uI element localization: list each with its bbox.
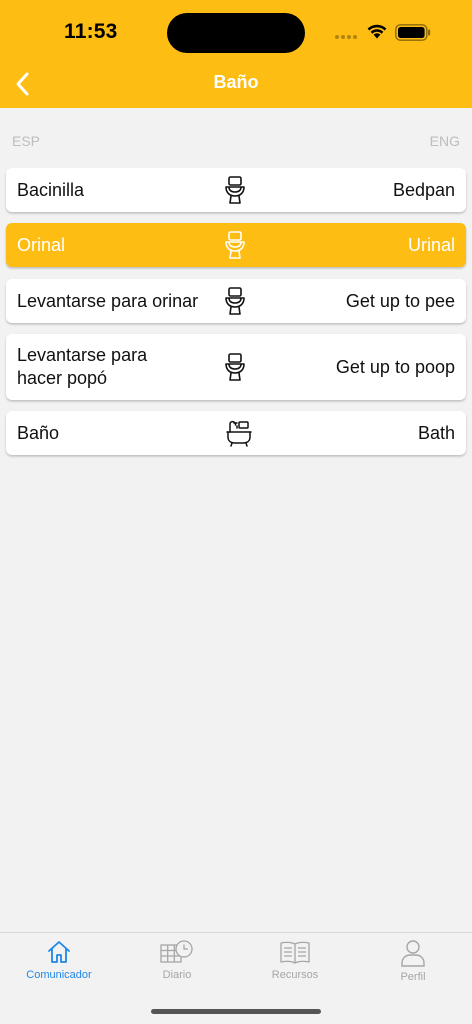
- column-label-esp: ESP: [12, 133, 41, 149]
- battery-icon: [395, 24, 431, 41]
- calendar-clock-icon: [160, 940, 193, 963]
- list-item-bedpan[interactable]: Bacinilla Bedpan: [6, 168, 466, 212]
- header-bar: 11:53 Baño: [0, 0, 472, 108]
- list-item-get-up-to-poop[interactable]: Levantarse para hacer popó Get up to poo…: [6, 334, 466, 400]
- tab-recursos[interactable]: Recursos: [236, 939, 354, 995]
- home-indicator[interactable]: [151, 1009, 321, 1014]
- item-label-eng: Bath: [417, 423, 455, 443]
- tab-label: Recursos: [271, 969, 319, 981]
- cellular-signal-icon: [335, 35, 357, 39]
- toilet-icon: [225, 176, 245, 204]
- dynamic-island: [167, 13, 305, 53]
- bathtub-icon: [226, 420, 252, 447]
- status-time: 11:53: [64, 20, 118, 43]
- item-label-esp: Orinal: [17, 235, 66, 255]
- page-title: Baño: [213, 72, 259, 92]
- list-item-urinal[interactable]: Orinal Urinal: [6, 223, 466, 267]
- item-label-esp: Levantarse para orinar: [17, 291, 199, 311]
- toilet-icon: [225, 231, 245, 259]
- home-icon: [48, 941, 70, 963]
- list-item-get-up-to-pee[interactable]: Levantarse para orinar Get up to pee: [6, 279, 466, 323]
- tab-label: Diario: [162, 969, 192, 981]
- item-label-eng: Get up to poop: [335, 357, 455, 377]
- toilet-icon: [225, 353, 245, 381]
- tab-diario[interactable]: Diario: [118, 939, 236, 995]
- tab-label: Comunicador: [26, 969, 92, 981]
- toilet-icon: [225, 287, 245, 315]
- item-label-eng: Bedpan: [392, 180, 455, 200]
- item-label-esp: Baño: [17, 423, 60, 443]
- tab-label: Perfil: [400, 971, 426, 983]
- item-label-esp: Levantarse para hacer popó: [17, 345, 148, 388]
- person-icon: [401, 940, 425, 967]
- item-label-esp: Bacinilla: [17, 180, 85, 200]
- column-label-eng: ENG: [429, 133, 460, 149]
- book-icon: [280, 941, 310, 964]
- tab-perfil[interactable]: Perfil: [354, 939, 472, 995]
- list-item-bath[interactable]: Baño Bath: [6, 411, 466, 455]
- item-label-eng: Get up to pee: [345, 291, 455, 311]
- tab-comunicador[interactable]: Comunicador: [0, 939, 118, 995]
- item-label-eng: Urinal: [407, 235, 455, 255]
- wifi-icon: [367, 24, 387, 39]
